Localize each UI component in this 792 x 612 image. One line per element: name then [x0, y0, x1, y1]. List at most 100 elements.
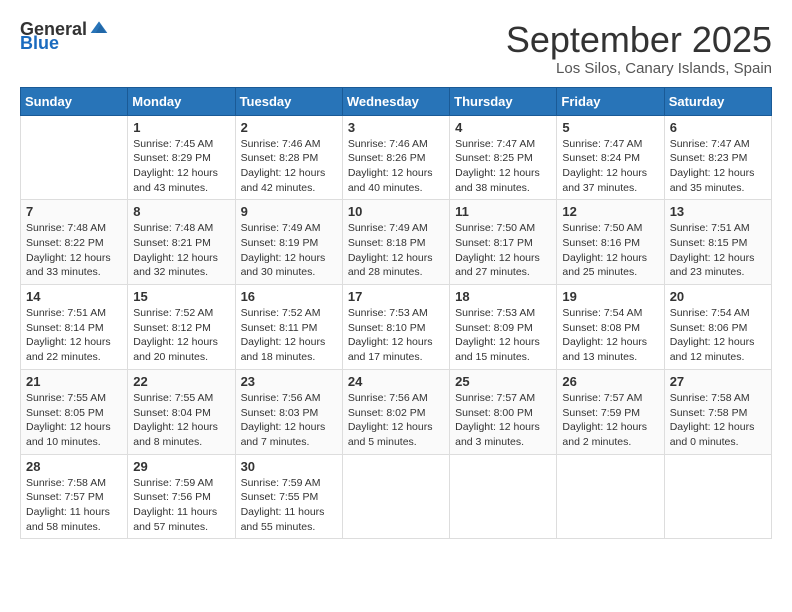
day-number: 9: [241, 204, 337, 219]
calendar-cell: 25 Sunrise: 7:57 AMSunset: 8:00 PMDayligh…: [450, 369, 557, 454]
cell-info: Sunrise: 7:46 AMSunset: 8:26 PMDaylight:…: [348, 137, 444, 196]
day-number: 30: [241, 459, 337, 474]
calendar-cell: 20 Sunrise: 7:54 AMSunset: 8:06 PMDayligh…: [664, 285, 771, 370]
calendar-cell: 12 Sunrise: 7:50 AMSunset: 8:16 PMDayligh…: [557, 200, 664, 285]
weekday-header-friday: Friday: [557, 87, 664, 115]
day-number: 6: [670, 120, 766, 135]
cell-info: Sunrise: 7:47 AMSunset: 8:25 PMDaylight:…: [455, 137, 551, 196]
weekday-header-monday: Monday: [128, 87, 235, 115]
cell-info: Sunrise: 7:52 AMSunset: 8:12 PMDaylight:…: [133, 306, 229, 365]
calendar-cell: 15 Sunrise: 7:52 AMSunset: 8:12 PMDayligh…: [128, 285, 235, 370]
day-number: 23: [241, 374, 337, 389]
day-number: 15: [133, 289, 229, 304]
weekday-header-tuesday: Tuesday: [235, 87, 342, 115]
cell-info: Sunrise: 7:50 AMSunset: 8:16 PMDaylight:…: [562, 221, 658, 280]
calendar-cell: 29 Sunrise: 7:59 AMSunset: 7:56 PMDayligh…: [128, 454, 235, 539]
calendar-table: SundayMondayTuesdayWednesdayThursdayFrid…: [20, 87, 772, 540]
calendar-cell: 17Sunrise: 7:53 AMSunset: 8:10 PMDayligh…: [342, 285, 449, 370]
day-number: 3: [348, 120, 444, 135]
day-number: 4: [455, 120, 551, 135]
weekday-header-saturday: Saturday: [664, 87, 771, 115]
day-number: 13: [670, 204, 766, 219]
calendar-week-row: 14 Sunrise: 7:51 AMSunset: 8:14 PMDayligh…: [21, 285, 772, 370]
day-number: 21: [26, 374, 122, 389]
calendar-cell: [557, 454, 664, 539]
calendar-cell: 13 Sunrise: 7:51 AMSunset: 8:15 PMDayligh…: [664, 200, 771, 285]
calendar-cell: 22 Sunrise: 7:55 AMSunset: 8:04 PMDayligh…: [128, 369, 235, 454]
logo-blue: Blue: [20, 34, 59, 52]
day-number: 14: [26, 289, 122, 304]
cell-info: Sunrise: 7:45 AMSunset: 8:29 PMDaylight:…: [133, 137, 229, 196]
cell-info: Sunrise: 7:51 AMSunset: 8:15 PMDaylight:…: [670, 221, 766, 280]
calendar-cell: 27 Sunrise: 7:58 AMSunset: 7:58 PMDayligh…: [664, 369, 771, 454]
page-header: General Blue September 2025 Los Silos, C…: [20, 20, 772, 77]
calendar-cell: [450, 454, 557, 539]
cell-info: Sunrise: 7:59 AMSunset: 7:56 PMDaylight:…: [133, 476, 229, 535]
day-number: 28: [26, 459, 122, 474]
cell-info: Sunrise: 7:54 AMSunset: 8:06 PMDaylight:…: [670, 306, 766, 365]
calendar-cell: 2 Sunrise: 7:46 AMSunset: 8:28 PMDaylight…: [235, 115, 342, 200]
calendar-cell: [342, 454, 449, 539]
calendar-cell: 28 Sunrise: 7:58 AMSunset: 7:57 PMDayligh…: [21, 454, 128, 539]
calendar-cell: 9 Sunrise: 7:49 AMSunset: 8:19 PMDaylight…: [235, 200, 342, 285]
day-number: 29: [133, 459, 229, 474]
calendar-cell: [21, 115, 128, 200]
day-number: 1: [133, 120, 229, 135]
day-number: 16: [241, 289, 337, 304]
month-title: September 2025: [506, 20, 772, 60]
calendar-cell: 5 Sunrise: 7:47 AMSunset: 8:24 PMDaylight…: [557, 115, 664, 200]
cell-info: Sunrise: 7:49 AMSunset: 8:19 PMDaylight:…: [241, 221, 337, 280]
cell-info: Sunrise: 7:51 AMSunset: 8:14 PMDaylight:…: [26, 306, 122, 365]
day-number: 19: [562, 289, 658, 304]
calendar-cell: [664, 454, 771, 539]
cell-info: Sunrise: 7:47 AMSunset: 8:24 PMDaylight:…: [562, 137, 658, 196]
calendar-cell: 3 Sunrise: 7:46 AMSunset: 8:26 PMDaylight…: [342, 115, 449, 200]
day-number: 11: [455, 204, 551, 219]
day-number: 5: [562, 120, 658, 135]
calendar-cell: 4 Sunrise: 7:47 AMSunset: 8:25 PMDaylight…: [450, 115, 557, 200]
calendar-cell: 10 Sunrise: 7:49 AMSunset: 8:18 PMDayligh…: [342, 200, 449, 285]
calendar-week-row: 1 Sunrise: 7:45 AMSunset: 8:29 PMDaylight…: [21, 115, 772, 200]
day-number: 12: [562, 204, 658, 219]
calendar-cell: 7Sunrise: 7:48 AMSunset: 8:22 PMDaylight…: [21, 200, 128, 285]
calendar-week-row: 28 Sunrise: 7:58 AMSunset: 7:57 PMDayligh…: [21, 454, 772, 539]
cell-info: Sunrise: 7:46 AMSunset: 8:28 PMDaylight:…: [241, 137, 337, 196]
calendar-cell: 24Sunrise: 7:56 AMSunset: 8:02 PMDayligh…: [342, 369, 449, 454]
logo: General Blue: [20, 20, 109, 52]
calendar-week-row: 21Sunrise: 7:55 AMSunset: 8:05 PMDayligh…: [21, 369, 772, 454]
logo-icon: [89, 18, 109, 38]
cell-info: Sunrise: 7:56 AMSunset: 8:02 PMDaylight:…: [348, 391, 444, 450]
day-number: 26: [562, 374, 658, 389]
day-number: 10: [348, 204, 444, 219]
cell-info: Sunrise: 7:49 AMSunset: 8:18 PMDaylight:…: [348, 221, 444, 280]
cell-info: Sunrise: 7:48 AMSunset: 8:22 PMDaylight:…: [26, 221, 122, 280]
calendar-cell: 16 Sunrise: 7:52 AMSunset: 8:11 PMDayligh…: [235, 285, 342, 370]
cell-info: Sunrise: 7:47 AMSunset: 8:23 PMDaylight:…: [670, 137, 766, 196]
cell-info: Sunrise: 7:52 AMSunset: 8:11 PMDaylight:…: [241, 306, 337, 365]
title-area: September 2025 Los Silos, Canary Islands…: [506, 20, 772, 77]
cell-info: Sunrise: 7:55 AMSunset: 8:04 PMDaylight:…: [133, 391, 229, 450]
cell-info: Sunrise: 7:58 AMSunset: 7:57 PMDaylight:…: [26, 476, 122, 535]
calendar-cell: 19Sunrise: 7:54 AMSunset: 8:08 PMDayligh…: [557, 285, 664, 370]
day-number: 2: [241, 120, 337, 135]
weekday-header-wednesday: Wednesday: [342, 87, 449, 115]
day-number: 27: [670, 374, 766, 389]
cell-info: Sunrise: 7:53 AMSunset: 8:09 PMDaylight:…: [455, 306, 551, 365]
cell-info: Sunrise: 7:59 AMSunset: 7:55 PMDaylight:…: [241, 476, 337, 535]
calendar-cell: 30 Sunrise: 7:59 AMSunset: 7:55 PMDayligh…: [235, 454, 342, 539]
day-number: 22: [133, 374, 229, 389]
cell-info: Sunrise: 7:58 AMSunset: 7:58 PMDaylight:…: [670, 391, 766, 450]
day-number: 25: [455, 374, 551, 389]
calendar-cell: 11 Sunrise: 7:50 AMSunset: 8:17 PMDayligh…: [450, 200, 557, 285]
cell-info: Sunrise: 7:50 AMSunset: 8:17 PMDaylight:…: [455, 221, 551, 280]
cell-info: Sunrise: 7:53 AMSunset: 8:10 PMDaylight:…: [348, 306, 444, 365]
calendar-cell: 14 Sunrise: 7:51 AMSunset: 8:14 PMDayligh…: [21, 285, 128, 370]
cell-info: Sunrise: 7:57 AMSunset: 8:00 PMDaylight:…: [455, 391, 551, 450]
calendar-cell: 6 Sunrise: 7:47 AMSunset: 8:23 PMDaylight…: [664, 115, 771, 200]
day-number: 20: [670, 289, 766, 304]
location-subtitle: Los Silos, Canary Islands, Spain: [506, 60, 772, 77]
calendar-cell: 23Sunrise: 7:56 AMSunset: 8:03 PMDayligh…: [235, 369, 342, 454]
calendar-cell: 18Sunrise: 7:53 AMSunset: 8:09 PMDayligh…: [450, 285, 557, 370]
calendar-week-row: 7Sunrise: 7:48 AMSunset: 8:22 PMDaylight…: [21, 200, 772, 285]
weekday-header-thursday: Thursday: [450, 87, 557, 115]
